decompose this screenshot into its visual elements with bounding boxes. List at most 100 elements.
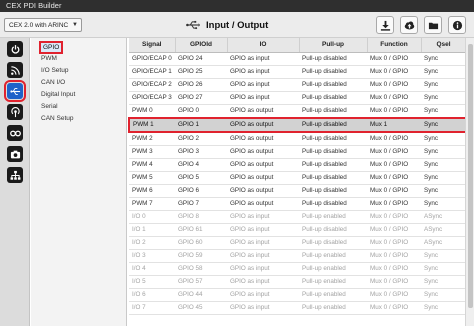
table-cell[interactable]: GPIO as input bbox=[227, 288, 299, 302]
table-cell[interactable]: GPIO 8 bbox=[175, 210, 227, 224]
table-cell[interactable]: GPIO 4 bbox=[175, 158, 227, 172]
upload-button[interactable] bbox=[400, 16, 418, 34]
table-cell[interactable]: GPIO as output bbox=[227, 131, 299, 146]
table-cell[interactable]: Sync bbox=[421, 131, 465, 146]
table-cell[interactable]: GPIO 24 bbox=[175, 52, 227, 66]
table-cell[interactable]: Sync bbox=[421, 275, 465, 289]
table-cell[interactable]: Pull-up disabled bbox=[299, 52, 367, 66]
table-cell[interactable]: Mux 0 / GPIO bbox=[367, 197, 421, 211]
table-cell[interactable]: Pull-up disabled bbox=[299, 223, 367, 237]
table-row[interactable]: GPIO/ECAP 2 GPIO 26 GPIO as input Pull-up d… bbox=[129, 78, 465, 92]
table-cell[interactable]: Mux 0 / GPIO bbox=[367, 236, 421, 250]
table-row[interactable]: I/O 5 GPIO 57 GPIO as input Pull-up enabled… bbox=[129, 275, 465, 289]
table-row[interactable]: PWM 7 GPIO 7 GPIO as output Pull-up disable… bbox=[129, 197, 465, 211]
table-cell[interactable]: GPIO/ECAP 1 bbox=[129, 65, 175, 79]
table-cell[interactable]: GPIO 6 bbox=[175, 184, 227, 198]
table-cell[interactable]: ASync bbox=[421, 236, 465, 250]
table-row[interactable]: I/O 4 GPIO 58 GPIO as input Pull-up enabled… bbox=[129, 262, 465, 276]
table-cell[interactable]: I/O 7 bbox=[129, 301, 175, 315]
camera-button[interactable] bbox=[7, 146, 23, 162]
table-cell[interactable]: Mux 0 / GPIO bbox=[367, 131, 421, 146]
table-cell[interactable]: ASync bbox=[421, 210, 465, 224]
table-row[interactable]: PWM 4 GPIO 4 GPIO as output Pull-up disable… bbox=[129, 158, 465, 172]
table-cell[interactable]: Pull-up enabled bbox=[299, 210, 367, 224]
table-cell[interactable]: I/O 2 bbox=[129, 236, 175, 250]
table-cell[interactable]: Pull-up disabled bbox=[299, 131, 367, 146]
table-cell[interactable]: Mux 0 / GPIO bbox=[367, 171, 421, 185]
table-cell[interactable]: GPIO 44 bbox=[175, 288, 227, 302]
table-cell[interactable]: GPIO as input bbox=[227, 249, 299, 263]
table-cell[interactable]: GPIO as output bbox=[227, 197, 299, 211]
table-cell[interactable]: Sync bbox=[421, 301, 465, 315]
table-cell[interactable]: Mux 0 / GPIO bbox=[367, 249, 421, 263]
table-cell[interactable]: GPIO as input bbox=[227, 223, 299, 237]
table-cell[interactable]: GPIO as input bbox=[227, 262, 299, 276]
table-cell[interactable]: GPIO/ECAP 3 bbox=[129, 91, 175, 105]
column-header[interactable]: Signal bbox=[129, 38, 176, 53]
table-cell[interactable]: Sync bbox=[421, 52, 465, 66]
table-row[interactable]: PWM 5 GPIO 5 GPIO as output Pull-up disable… bbox=[129, 171, 465, 185]
table-cell[interactable]: Sync bbox=[421, 145, 465, 159]
table-cell[interactable]: Pull-up disabled bbox=[299, 91, 367, 105]
table-cell[interactable]: GPIO 45 bbox=[175, 301, 227, 315]
table-cell[interactable]: PWM 5 bbox=[129, 171, 175, 185]
table-row[interactable]: I/O 2 GPIO 60 GPIO as input Pull-up disable… bbox=[129, 236, 465, 250]
table-cell[interactable]: GPIO/ECAP 0 bbox=[129, 52, 175, 66]
table-row[interactable]: PWM 1 GPIO 1 GPIO as output Pull-up disable… bbox=[128, 116, 465, 133]
power-button[interactable] bbox=[7, 41, 23, 57]
table-row[interactable]: PWM 3 GPIO 3 GPIO as output Pull-up disable… bbox=[129, 145, 465, 159]
table-row[interactable]: I/O 6 GPIO 44 GPIO as input Pull-up enabled… bbox=[129, 288, 465, 302]
column-header[interactable]: IO bbox=[227, 38, 300, 53]
table-row[interactable]: GPIO/ECAP 3 GPIO 27 GPIO as input Pull-up d… bbox=[129, 91, 465, 105]
table-cell[interactable]: GPIO as output bbox=[227, 184, 299, 198]
table-cell[interactable]: Mux 0 / GPIO bbox=[367, 210, 421, 224]
table-cell[interactable]: Pull-up disabled bbox=[299, 197, 367, 211]
table-cell[interactable]: PWM 1 bbox=[128, 116, 175, 133]
table-cell[interactable]: PWM 0 bbox=[129, 104, 175, 118]
table-cell[interactable]: I/O 6 bbox=[129, 288, 175, 302]
nav-item-can-setup[interactable]: CAN Setup bbox=[41, 114, 74, 123]
table-row[interactable]: PWM 0 GPIO 0 GPIO as output Pull-up disable… bbox=[129, 104, 465, 118]
table-row[interactable]: I/O 0 GPIO 8 GPIO as input Pull-up enabled M… bbox=[129, 210, 465, 224]
info-button[interactable] bbox=[448, 16, 466, 34]
table-cell[interactable]: GPIO as input bbox=[227, 91, 299, 105]
device-select[interactable]: CEX 2.0 with ARINC ▼ bbox=[4, 18, 82, 32]
table-cell[interactable]: I/O 1 bbox=[129, 223, 175, 237]
io-button[interactable] bbox=[4, 80, 26, 102]
table-cell[interactable]: Mux 0 / GPIO bbox=[367, 184, 421, 198]
table-cell[interactable]: GPIO 60 bbox=[175, 236, 227, 250]
table-cell[interactable]: GPIO 57 bbox=[175, 275, 227, 289]
table-cell[interactable]: Mux 0 / GPIO bbox=[367, 91, 421, 105]
table-cell[interactable]: Pull-up enabled bbox=[299, 262, 367, 276]
table-cell[interactable]: Pull-up disabled bbox=[299, 65, 367, 79]
table-cell[interactable]: Mux 0 / GPIO bbox=[367, 145, 421, 159]
table-cell[interactable]: GPIO/ECAP 2 bbox=[129, 78, 175, 92]
table-cell[interactable]: Sync bbox=[421, 262, 465, 276]
table-cell[interactable]: Pull-up disabled bbox=[299, 158, 367, 172]
table-cell[interactable]: Pull-up enabled bbox=[299, 249, 367, 263]
table-cell[interactable]: I/O 3 bbox=[129, 249, 175, 263]
table-cell[interactable]: PWM 2 bbox=[129, 131, 175, 146]
download-button[interactable] bbox=[376, 16, 394, 34]
table-cell[interactable]: GPIO 3 bbox=[175, 145, 227, 159]
table-cell[interactable]: Pull-up disabled bbox=[299, 116, 367, 133]
table-cell[interactable]: GPIO as input bbox=[227, 301, 299, 315]
table-cell[interactable]: GPIO as output bbox=[227, 158, 299, 172]
table-cell[interactable]: Sync bbox=[421, 184, 465, 198]
table-row[interactable]: I/O 7 GPIO 45 GPIO as input Pull-up enabled… bbox=[129, 301, 465, 315]
nav-item-io-setup[interactable]: I/O Setup bbox=[41, 66, 68, 75]
table-cell[interactable]: Mux 0 / GPIO bbox=[367, 158, 421, 172]
table-cell[interactable]: Pull-up enabled bbox=[299, 301, 367, 315]
table-cell[interactable]: Sync bbox=[421, 65, 465, 79]
table-cell[interactable]: GPIO 5 bbox=[175, 171, 227, 185]
table-cell[interactable]: GPIO as output bbox=[227, 116, 299, 133]
column-header[interactable]: Qsel bbox=[421, 38, 465, 53]
table-cell[interactable]: Pull-up disabled bbox=[299, 104, 367, 118]
table-cell[interactable]: I/O 0 bbox=[129, 210, 175, 224]
table-row[interactable]: GPIO/ECAP 0 GPIO 24 GPIO as input Pull-up d… bbox=[129, 52, 465, 66]
table-cell[interactable]: Mux 0 / GPIO bbox=[367, 288, 421, 302]
table-cell[interactable]: Pull-up disabled bbox=[299, 184, 367, 198]
table-row[interactable]: PWM 6 GPIO 6 GPIO as output Pull-up disable… bbox=[129, 184, 465, 198]
table-cell[interactable]: Pull-up enabled bbox=[299, 275, 367, 289]
table-cell[interactable]: GPIO as output bbox=[227, 145, 299, 159]
